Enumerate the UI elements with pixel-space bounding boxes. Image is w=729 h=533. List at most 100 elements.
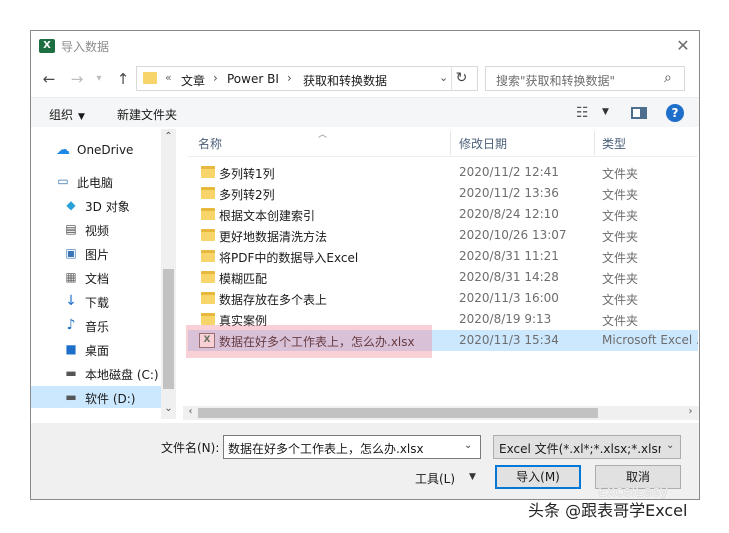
desktop-icon: ■ bbox=[65, 342, 77, 356]
sidebar-item-label: 音乐 bbox=[85, 320, 110, 334]
column-divider[interactable] bbox=[594, 131, 595, 155]
computer-icon: ▭ bbox=[57, 174, 69, 188]
column-divider[interactable] bbox=[450, 131, 451, 155]
file-date: 2020/11/3 16:00 bbox=[459, 291, 559, 305]
filename-input[interactable]: 数据在好多个工作表上，怎么办.xlsx ⌄ bbox=[223, 435, 481, 459]
caret-down-icon[interactable]: ▼ bbox=[469, 472, 476, 482]
horizontal-scrollbar[interactable]: ‹ › bbox=[183, 406, 699, 420]
sidebar-item-3d-objects[interactable]: ◆ 3D 对象 bbox=[31, 194, 161, 216]
folder-icon bbox=[143, 72, 157, 84]
sidebar-item-this-pc[interactable]: ▭ 此电脑 bbox=[31, 170, 161, 192]
sidebar-item-documents[interactable]: ▦ 文档 bbox=[31, 266, 161, 288]
cube-icon: ◆ bbox=[66, 198, 76, 212]
column-name-header[interactable]: 名称 bbox=[198, 135, 222, 152]
chevron-down-icon[interactable]: ⌄ bbox=[439, 71, 448, 84]
chevron-up-icon[interactable]: ⌃ bbox=[161, 131, 176, 142]
download-icon: ↓ bbox=[65, 293, 77, 309]
column-header-row: ︿ 名称 修改日期 类型 bbox=[188, 129, 698, 157]
tools-button[interactable]: 工具(L) bbox=[415, 470, 455, 487]
sidebar-item-label: 图片 bbox=[85, 248, 110, 262]
file-row[interactable]: 将PDF中的数据导入Excel 2020/8/31 11:21 文件夹 bbox=[188, 246, 698, 267]
sidebar-item-label: 此电脑 bbox=[77, 176, 114, 190]
chevron-right-icon: › bbox=[287, 71, 292, 85]
search-placeholder: 搜索"获取和转换数据" bbox=[496, 74, 616, 88]
forward-button[interactable]: → bbox=[67, 69, 87, 89]
file-name: 根据文本创建索引 bbox=[219, 209, 316, 223]
excel-file-icon: X bbox=[199, 333, 215, 348]
video-icon: ▤ bbox=[65, 222, 77, 236]
file-type: 文件夹 bbox=[602, 251, 639, 265]
scrollbar-thumb[interactable] bbox=[163, 269, 174, 389]
file-type: 文件夹 bbox=[602, 188, 639, 202]
file-date: 2020/11/2 12:41 bbox=[459, 165, 559, 179]
file-date: 2020/8/31 14:28 bbox=[459, 270, 559, 284]
caret-down-icon[interactable]: ▼ bbox=[602, 107, 609, 117]
file-name: 真实案例 bbox=[219, 314, 268, 328]
sidebar-item-drive-d[interactable]: ▬ 软件 (D:) bbox=[31, 386, 161, 408]
search-input[interactable]: 搜索"获取和转换数据" ⌕ bbox=[485, 66, 685, 91]
sidebar-item-videos[interactable]: ▤ 视频 bbox=[31, 218, 161, 240]
chevron-down-icon[interactable]: ⌄ bbox=[161, 403, 176, 414]
file-date: 2020/8/19 9:13 bbox=[459, 312, 552, 326]
file-row[interactable]: 模糊匹配 2020/8/31 14:28 文件夹 bbox=[188, 267, 698, 288]
organize-button[interactable]: 组织 ▼ bbox=[49, 106, 85, 123]
sidebar-item-label: 桌面 bbox=[85, 344, 110, 358]
file-date: 2020/8/24 12:10 bbox=[459, 207, 559, 221]
sidebar-scrollbar[interactable]: ⌃ ⌄ bbox=[161, 129, 176, 419]
file-name: 数据存放在多个表上 bbox=[219, 293, 328, 307]
back-button[interactable]: ← bbox=[39, 69, 59, 89]
help-icon[interactable]: ? bbox=[666, 104, 684, 122]
dialog-title: 导入数据 bbox=[61, 40, 110, 54]
filetype-select[interactable]: Excel 文件(*.xl*;*.xlsx;*.xlsm;*.... ⌄ bbox=[493, 435, 681, 459]
chevron-down-icon[interactable]: ⌄ bbox=[666, 440, 674, 451]
new-folder-button[interactable]: 新建文件夹 bbox=[117, 106, 177, 123]
sidebar-item-downloads[interactable]: ↓ 下载 bbox=[31, 290, 161, 312]
folder-icon bbox=[201, 313, 215, 325]
file-row-selected[interactable]: X 数据在好多个工作表上，怎么办.xlsx 2020/11/3 15:34 Mi… bbox=[188, 330, 698, 351]
column-date-header[interactable]: 修改日期 bbox=[459, 135, 507, 152]
filename-value: 数据在好多个工作表上，怎么办.xlsx bbox=[228, 442, 424, 456]
import-button[interactable]: 导入(M) bbox=[495, 465, 581, 489]
folder-icon bbox=[201, 229, 215, 241]
file-row[interactable]: 数据存放在多个表上 2020/11/3 16:00 文件夹 bbox=[188, 288, 698, 309]
file-type: 文件夹 bbox=[602, 293, 639, 307]
breadcrumb-item[interactable]: Power BI bbox=[227, 72, 279, 86]
close-button[interactable]: ✕ bbox=[671, 35, 695, 57]
drive-icon: ▬ bbox=[65, 390, 77, 404]
file-row[interactable]: 多列转2列 2020/11/2 13:36 文件夹 bbox=[188, 183, 698, 204]
file-date: 2020/11/2 13:36 bbox=[459, 186, 559, 200]
up-button[interactable]: ↑ bbox=[113, 69, 133, 89]
sidebar-item-music[interactable]: ♪ 音乐 bbox=[31, 314, 161, 336]
watermark-text: 头条 @跟表哥学Excel bbox=[528, 501, 688, 520]
folder-icon bbox=[201, 250, 215, 262]
organize-label: 组织 bbox=[49, 108, 74, 122]
music-icon: ♪ bbox=[66, 317, 76, 333]
chevron-right-icon[interactable]: › bbox=[683, 406, 698, 417]
address-bar[interactable]: « 文章 › Power BI › 获取和转换数据 ⌄ bbox=[136, 66, 478, 91]
file-type: 文件夹 bbox=[602, 209, 639, 223]
file-row[interactable]: 真实案例 2020/8/19 9:13 文件夹 bbox=[188, 309, 698, 330]
file-name: 数据在好多个工作表上，怎么办.xlsx bbox=[219, 335, 415, 349]
view-options-icon[interactable]: ☷ bbox=[576, 105, 589, 121]
refresh-button[interactable]: ↻ bbox=[451, 66, 471, 91]
recent-dropdown-icon[interactable]: ▾ bbox=[89, 69, 109, 89]
sidebar-item-label: OneDrive bbox=[77, 143, 134, 157]
chevron-left-icon[interactable]: ‹ bbox=[183, 406, 198, 417]
breadcrumb-item[interactable]: 文章 bbox=[181, 72, 205, 89]
toolbar: 组织 ▼ 新建文件夹 ☷ ▼ ? bbox=[31, 97, 699, 127]
overflow-chevron-icon[interactable]: « bbox=[165, 71, 172, 84]
scrollbar-thumb[interactable] bbox=[198, 408, 598, 418]
file-row[interactable]: 多列转1列 2020/11/2 12:41 文件夹 bbox=[188, 162, 698, 183]
sidebar-item-onedrive[interactable]: ☁ OneDrive bbox=[31, 139, 161, 161]
sidebar-item-pictures[interactable]: ▣ 图片 bbox=[31, 242, 161, 264]
breadcrumb-item[interactable]: 获取和转换数据 bbox=[303, 72, 387, 89]
sidebar-item-drive-c[interactable]: ▬ 本地磁盘 (C:) bbox=[31, 362, 161, 384]
file-date: 2020/8/31 11:21 bbox=[459, 249, 559, 263]
file-row[interactable]: 更好地数据清洗方法 2020/10/26 13:07 文件夹 bbox=[188, 225, 698, 246]
sidebar-item-desktop[interactable]: ■ 桌面 bbox=[31, 338, 161, 360]
column-type-header[interactable]: 类型 bbox=[602, 135, 626, 152]
file-row[interactable]: 根据文本创建索引 2020/8/24 12:10 文件夹 bbox=[188, 204, 698, 225]
preview-pane-icon[interactable] bbox=[631, 107, 647, 119]
chevron-down-icon[interactable]: ⌄ bbox=[464, 440, 472, 451]
navigation-pane: ☁ OneDrive ▭ 此电脑 ◆ 3D 对象 ▤ 视频 ▣ 图片 ▦ 文档 … bbox=[31, 129, 176, 419]
